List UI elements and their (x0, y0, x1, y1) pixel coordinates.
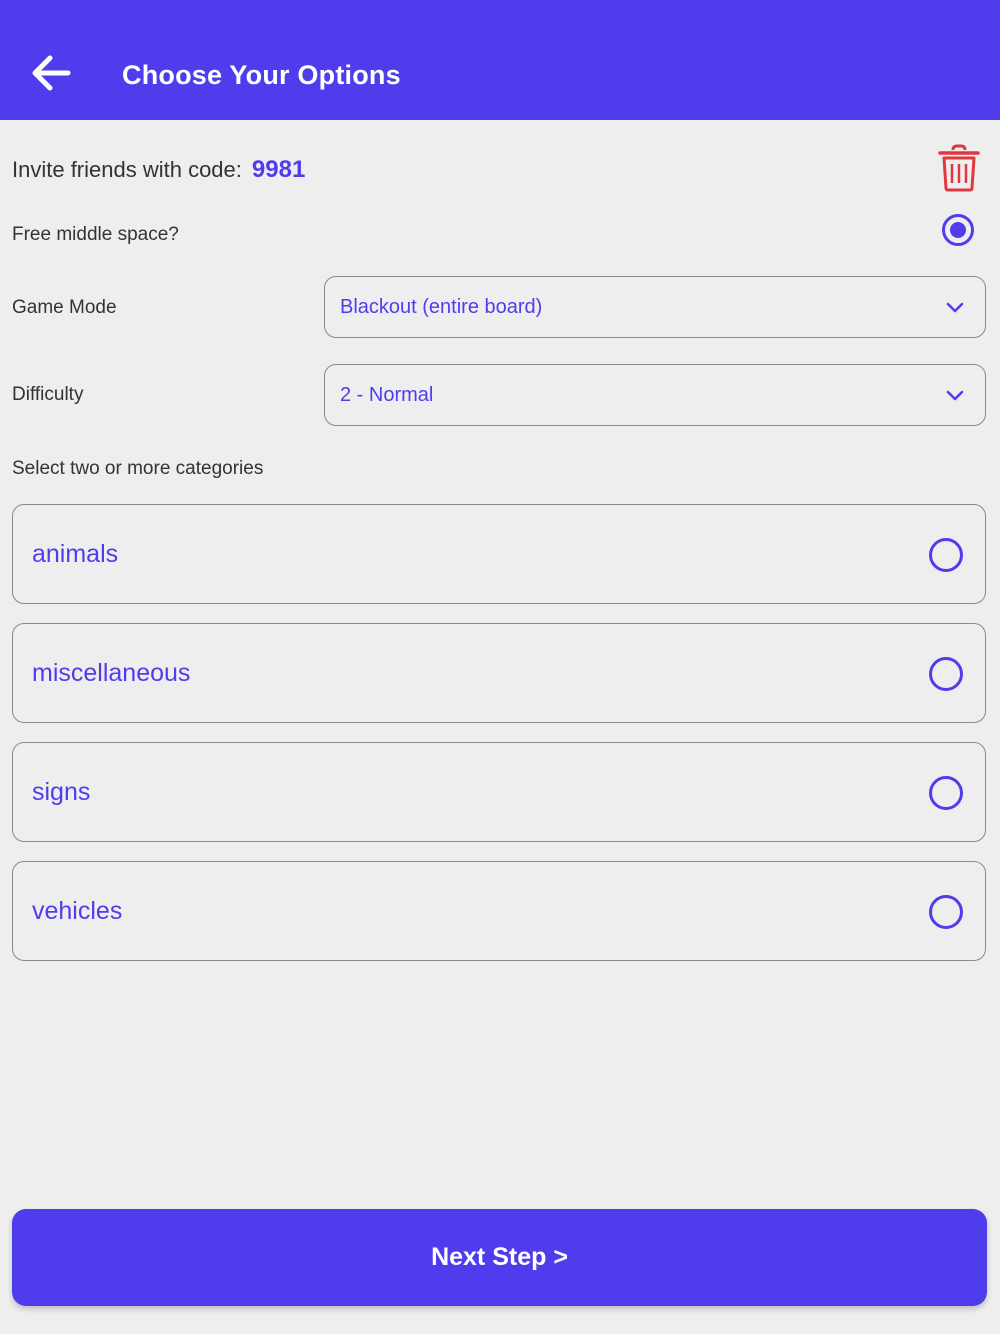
radio-dot (950, 222, 966, 238)
category-radio[interactable] (929, 776, 963, 810)
invite-code: 9981 (251, 156, 306, 183)
difficulty-select[interactable]: 2 - Normal (324, 364, 986, 426)
trash-icon (938, 144, 980, 192)
category-card-animals[interactable]: animals (12, 504, 986, 604)
category-radio[interactable] (929, 538, 963, 572)
arrow-left-icon (32, 55, 71, 91)
invite-label: Invite friends with code: (12, 157, 242, 182)
category-label: signs (32, 778, 91, 806)
game-mode-value: Blackout (entire board) (340, 296, 543, 318)
next-step-label: Next Step > (431, 1243, 568, 1271)
category-card-vehicles[interactable]: vehicles (12, 861, 986, 961)
free-middle-radio[interactable] (942, 214, 974, 246)
category-card-signs[interactable]: signs (12, 742, 986, 842)
category-card-miscellaneous[interactable]: miscellaneous (12, 623, 986, 723)
delete-button[interactable] (936, 144, 982, 192)
game-mode-select[interactable]: Blackout (entire board) (324, 276, 986, 338)
difficulty-label: Difficulty (12, 384, 84, 405)
next-step-button[interactable]: Next Step > (12, 1209, 987, 1306)
category-label: miscellaneous (32, 659, 191, 687)
category-radio[interactable] (929, 657, 963, 691)
app-header: Choose Your Options (0, 0, 1000, 120)
category-label: animals (32, 540, 119, 568)
difficulty-value: 2 - Normal (340, 384, 434, 406)
game-mode-label: Game Mode (12, 297, 117, 318)
chevron-down-icon (946, 302, 964, 313)
categories-label: Select two or more categories (12, 458, 264, 479)
back-button[interactable] (28, 50, 74, 96)
category-radio[interactable] (929, 895, 963, 929)
chevron-down-icon (946, 390, 964, 401)
free-middle-label: Free middle space? (12, 224, 179, 245)
page-title: Choose Your Options (122, 60, 401, 90)
category-label: vehicles (32, 897, 123, 925)
invite-row: Invite friends with code: 9981 (12, 156, 305, 184)
